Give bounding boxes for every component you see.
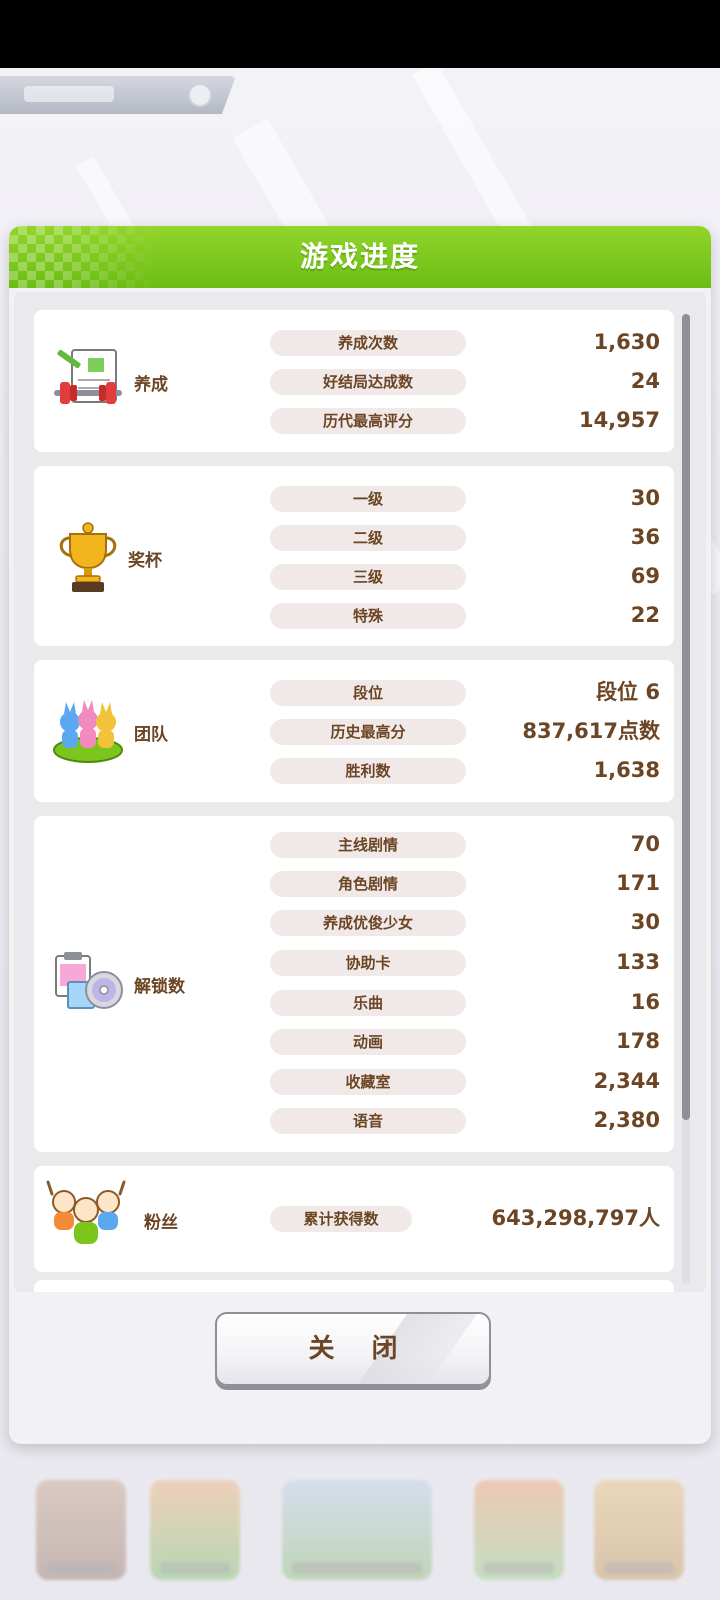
stat-row: 协助卡 133 xyxy=(34,950,674,976)
stat-value: 24 xyxy=(630,369,660,393)
progress-scroll-list[interactable]: 养成 养成次数 1,630 好结局达成数 24 历代最高评分 14,957 奖杯… xyxy=(14,292,706,1292)
stat-value: 837,617点数 xyxy=(522,719,660,743)
stat-label: 主线剧情 xyxy=(270,832,466,858)
stat-label: 特殊 xyxy=(270,603,466,629)
stat-label: 动画 xyxy=(270,1029,466,1055)
stat-label: 历代最高评分 xyxy=(270,408,466,434)
stat-value: 1,630 xyxy=(593,330,660,354)
stat-value: 70 xyxy=(630,832,660,856)
stat-value: 1,638 xyxy=(593,758,660,782)
stat-row: 养成次数 1,630 xyxy=(34,330,674,356)
stat-row: 三级 69 xyxy=(34,564,674,590)
stat-label: 养成优俊少女 xyxy=(270,910,466,936)
stat-value: 2,380 xyxy=(593,1108,660,1132)
stat-value: 30 xyxy=(630,910,660,934)
stat-label: 角色剧情 xyxy=(270,871,466,897)
status-bar xyxy=(0,0,720,68)
scrollbar[interactable] xyxy=(682,314,690,1284)
stat-label: 好结局达成数 xyxy=(270,369,466,395)
stat-value: 段位 6 xyxy=(596,680,660,704)
stat-row: 胜利数 1,638 xyxy=(34,758,674,784)
stat-value: 133 xyxy=(616,950,660,974)
scrollbar-thumb[interactable] xyxy=(682,314,690,1120)
stat-row: 段位 段位 6 xyxy=(34,680,674,706)
nav-tab-home[interactable] xyxy=(282,1480,432,1580)
stat-row: 乐曲 16 xyxy=(34,990,674,1016)
stat-row: 语音 2,380 xyxy=(34,1108,674,1134)
game-progress-dialog: 游戏进度 养成 养成次数 1,630 好结局达成数 24 历代最高评分 14,9… xyxy=(9,226,711,1444)
currency-chip-label xyxy=(24,86,114,102)
card-trophy: 奖杯 一级 30 二级 36 三级 69 特殊 22 xyxy=(34,466,674,646)
stat-label: 乐曲 xyxy=(270,990,466,1016)
card-fans: 粉丝 累计获得数 643,298,797人 xyxy=(34,1166,674,1272)
card-unlocks: 解锁数 主线剧情 70 角色剧情 171 养成优俊少女 30 协助卡 133 乐… xyxy=(34,816,674,1152)
stat-value: 171 xyxy=(616,871,660,895)
nav-tab-1[interactable] xyxy=(36,1480,126,1580)
stat-row: 历史最高分 837,617点数 xyxy=(34,719,674,745)
nav-tab-4[interactable] xyxy=(474,1480,564,1580)
stat-label: 历史最高分 xyxy=(270,719,466,745)
stat-label: 段位 xyxy=(270,680,466,706)
currency-chip[interactable] xyxy=(0,76,236,114)
close-button-label: 关 闭 xyxy=(308,1334,412,1364)
stat-value: 69 xyxy=(630,564,660,588)
nav-tab-2[interactable] xyxy=(150,1480,240,1580)
next-card-peek xyxy=(34,1280,674,1292)
stat-label: 语音 xyxy=(270,1108,466,1134)
stat-label: 协助卡 xyxy=(270,950,466,976)
stat-value: 36 xyxy=(630,525,660,549)
stat-value: 22 xyxy=(630,603,660,627)
stat-row: 一级 30 xyxy=(34,486,674,512)
stat-label: 养成次数 xyxy=(270,330,466,356)
stat-row: 累计获得数 643,298,797人 xyxy=(34,1206,674,1232)
stat-value: 14,957 xyxy=(578,408,660,432)
stat-value: 2,344 xyxy=(593,1069,660,1093)
stat-row: 角色剧情 171 xyxy=(34,871,674,897)
dialog-header: 游戏进度 xyxy=(9,226,711,288)
stat-row: 主线剧情 70 xyxy=(34,832,674,858)
stat-row: 二级 36 xyxy=(34,525,674,551)
stat-label: 三级 xyxy=(270,564,466,590)
stat-label: 累计获得数 xyxy=(270,1206,412,1232)
stat-label: 一级 xyxy=(270,486,466,512)
stat-value: 30 xyxy=(630,486,660,510)
stat-value: 178 xyxy=(616,1029,660,1053)
stat-label: 收藏室 xyxy=(270,1069,466,1095)
dialog-title: 游戏进度 xyxy=(299,240,420,273)
bottom-nav xyxy=(0,1440,720,1600)
stat-label: 胜利数 xyxy=(270,758,466,784)
stat-row: 动画 178 xyxy=(34,1029,674,1055)
close-button[interactable]: 关 闭 xyxy=(215,1312,491,1386)
coin-icon xyxy=(188,83,212,107)
stat-row: 好结局达成数 24 xyxy=(34,369,674,395)
stat-row: 养成优俊少女 30 xyxy=(34,910,674,936)
stat-row: 特殊 22 xyxy=(34,603,674,629)
stat-label: 二级 xyxy=(270,525,466,551)
nav-tab-5[interactable] xyxy=(594,1480,684,1580)
card-team: 团队 段位 段位 6 历史最高分 837,617点数 胜利数 1,638 xyxy=(34,660,674,802)
card-training: 养成 养成次数 1,630 好结局达成数 24 历代最高评分 14,957 xyxy=(34,310,674,452)
stat-row: 收藏室 2,344 xyxy=(34,1069,674,1095)
stat-value: 643,298,797人 xyxy=(491,1206,660,1230)
stat-value: 16 xyxy=(630,990,660,1014)
stat-row: 历代最高评分 14,957 xyxy=(34,408,674,434)
